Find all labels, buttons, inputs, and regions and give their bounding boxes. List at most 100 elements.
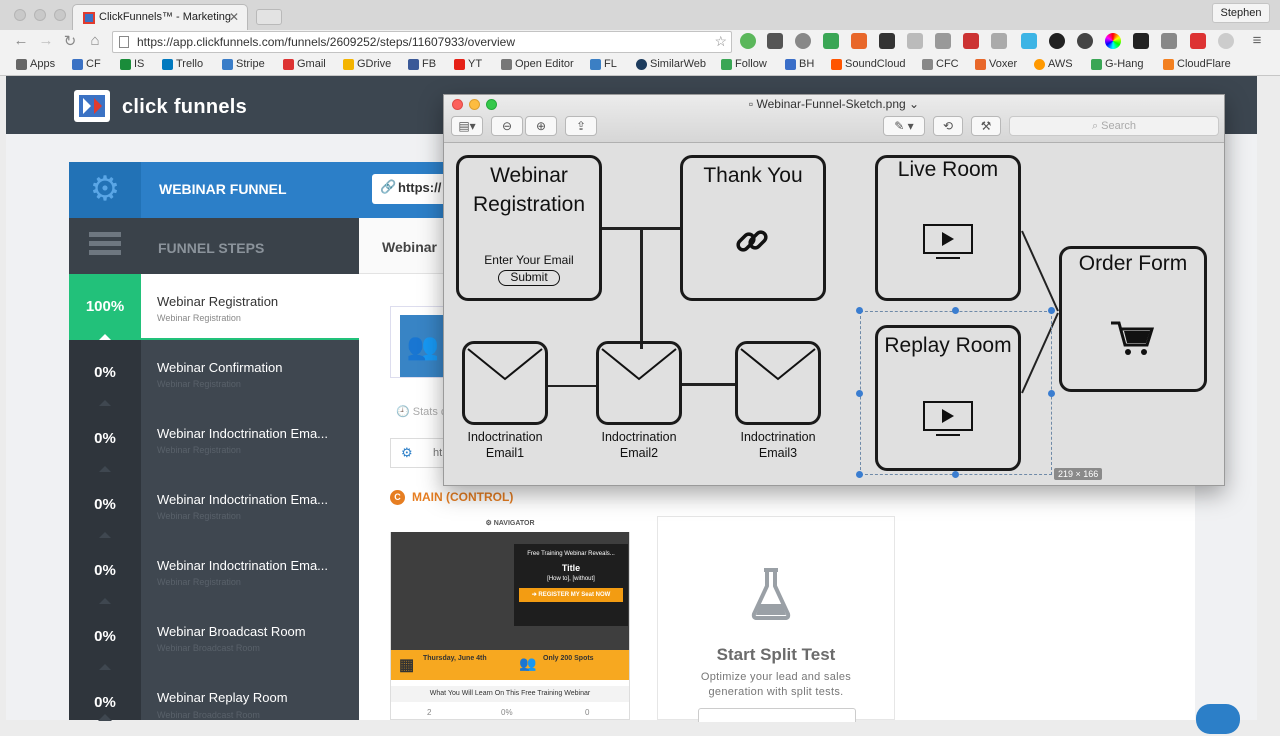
hamburger-menu-icon[interactable]	[89, 232, 121, 258]
url-settings-gear-icon[interactable]: ⚙	[401, 445, 413, 461]
extension-pen-icon[interactable]	[1161, 33, 1177, 49]
extension-layers-icon[interactable]	[1133, 33, 1149, 49]
zoom-in-icon[interactable]: ⊕	[525, 116, 557, 136]
selection-handle[interactable]	[856, 471, 863, 478]
bookmark-gmail[interactable]: Gmail	[283, 58, 326, 70]
extension-robot-icon[interactable]	[1021, 33, 1037, 49]
extension-chart-icon[interactable]	[963, 33, 979, 49]
chat-support-button[interactable]	[1196, 704, 1240, 734]
minimize-window-button[interactable]	[34, 9, 46, 21]
step-name: Webinar Registration	[157, 294, 279, 309]
share-icon[interactable]: ⇪	[565, 116, 597, 136]
bookmark-cloudflare[interactable]: CloudFlare	[1163, 58, 1231, 70]
bookmark-voxer[interactable]: Voxer	[975, 58, 1017, 70]
extension-pocket-icon[interactable]	[767, 33, 783, 49]
selection-rectangle[interactable]	[860, 311, 1052, 475]
profile-button[interactable]: Stephen	[1212, 3, 1270, 23]
stat-value: 0%	[501, 708, 513, 717]
extension-color-icon[interactable]	[1105, 33, 1121, 49]
address-bar[interactable]: https://app.clickfunnels.com/funnels/260…	[112, 31, 732, 53]
bookmark-open-editor[interactable]: Open Editor	[501, 58, 574, 70]
sketch-live-room-label: Live Room	[897, 158, 999, 181]
close-window-button[interactable]	[14, 9, 26, 21]
chevron-down-icon[interactable]: ⌄	[906, 97, 919, 111]
extension-check-icon[interactable]	[879, 33, 895, 49]
sidebar-toggle-icon[interactable]: ▤▾	[451, 116, 483, 136]
new-tab-button[interactable]	[256, 9, 282, 25]
funnel-steps-label: FUNNEL STEPS	[158, 240, 265, 256]
bookmark-similarweb[interactable]: SimilarWeb	[636, 58, 706, 70]
toolbox-icon[interactable]: ⚒	[971, 116, 1001, 136]
funnel-settings-gear-icon[interactable]: ⚙	[69, 162, 141, 218]
people-icon: 👥	[519, 655, 537, 671]
funnel-step-webinar-registration[interactable]: 100% Webinar Registration Webinar Regist…	[69, 274, 359, 341]
bookmark-stripe[interactable]: Stripe	[222, 58, 265, 70]
sketch-email-label-2: Indoctrination Email2	[601, 430, 677, 460]
sketch-video-player-icon	[923, 224, 973, 259]
zoom-out-icon[interactable]: ⊖	[491, 116, 523, 136]
bookmark-trello[interactable]: Trello	[162, 58, 203, 70]
funnel-step-webinar-confirmation[interactable]: 0% Webinar Confirmation Webinar Registra…	[69, 340, 359, 407]
selection-handle[interactable]	[1048, 390, 1055, 397]
extension-gmail-icon[interactable]	[1190, 33, 1206, 49]
markup-pen-icon[interactable]: ✎ ▾	[883, 116, 925, 136]
extension-search-icon[interactable]	[1077, 33, 1093, 49]
step-subtitle: Webinar Registration	[157, 511, 241, 521]
bookmark-g-hang[interactable]: G-Hang	[1091, 58, 1144, 70]
clickfunnels-logo-icon[interactable]	[74, 90, 110, 122]
extension-puzzle-icon[interactable]	[991, 33, 1007, 49]
reload-icon[interactable]: ↻	[61, 32, 79, 50]
bookmark-is[interactable]: IS	[120, 58, 144, 70]
preview-file-title: ▫ Webinar-Funnel-Sketch.png ⌄	[748, 97, 920, 111]
clickfunnels-logo-text[interactable]: click funnels	[122, 96, 247, 119]
extension-fire-icon[interactable]	[851, 33, 867, 49]
navigator-logo-icon: ⚙	[485, 520, 494, 527]
funnel-url-button[interactable]: 🔗 https://	[372, 174, 452, 204]
funnel-step-broadcast-room[interactable]: 0% Webinar Broadcast Room Webinar Broadc…	[69, 604, 359, 671]
extension-box-icon[interactable]	[935, 33, 951, 49]
selection-handle[interactable]	[856, 390, 863, 397]
bookmark-fl[interactable]: FL	[590, 58, 617, 70]
bookmark-apps[interactable]: Apps	[16, 58, 55, 70]
preview-search-input[interactable]: ⌕ Search	[1009, 116, 1219, 136]
selection-handle[interactable]	[952, 471, 959, 478]
thumbnail-info-strip: ▦ Thursday, June 4th 👥 Only 200 Spots	[391, 650, 629, 680]
selection-handle[interactable]	[1048, 307, 1055, 314]
selection-handle[interactable]	[856, 307, 863, 314]
split-test-title: Start Split Test	[716, 645, 836, 664]
bookmark-yt[interactable]: YT	[454, 58, 482, 70]
step-subtitle: Webinar Registration	[157, 379, 241, 389]
bookmark-fb[interactable]: FB	[408, 58, 436, 70]
chrome-menu-icon[interactable]: ≡	[1248, 32, 1266, 49]
extension-feedly-icon[interactable]	[823, 33, 839, 49]
home-icon[interactable]: ⌂	[86, 32, 104, 49]
extension-camera-icon[interactable]	[1049, 33, 1065, 49]
close-tab-icon[interactable]: ✕	[229, 10, 239, 24]
step-url-field[interactable]: ⚙ ht	[390, 438, 450, 468]
funnel-step-indoctrination-2[interactable]: 0% Webinar Indoctrination Ema... Webinar…	[69, 472, 359, 539]
funnel-step-indoctrination-3[interactable]: 0% Webinar Indoctrination Ema... Webinar…	[69, 538, 359, 605]
back-arrow-icon[interactable]: ←	[12, 32, 30, 49]
funnel-step-replay-room[interactable]: 0% Webinar Replay Room Webinar Broadcast…	[69, 670, 359, 721]
funnel-step-indoctrination-1[interactable]: 0% Webinar Indoctrination Ema... Webinar…	[69, 406, 359, 473]
bookmark-cf[interactable]: CF	[72, 58, 101, 70]
connector-line	[640, 227, 643, 349]
extension-m-icon[interactable]	[1218, 33, 1234, 49]
bookmark-soundcloud[interactable]: SoundCloud	[831, 58, 906, 70]
forward-arrow-icon[interactable]: →	[37, 32, 55, 49]
step-percent: 0%	[69, 670, 141, 721]
extension-ip-icon[interactable]	[907, 33, 923, 49]
extension-evernote-icon[interactable]	[740, 33, 756, 49]
extension-globe-icon[interactable]	[795, 33, 811, 49]
selection-handle[interactable]	[952, 307, 959, 314]
bookmark-star-icon[interactable]: ☆	[714, 33, 727, 50]
bookmark-gdrive[interactable]: GDrive	[343, 58, 391, 70]
browser-tab[interactable]: ClickFunnels™ - Marketing ✕	[72, 4, 248, 30]
bookmark-bh[interactable]: BH	[785, 58, 814, 70]
bookmark-aws[interactable]: AWS	[1034, 58, 1073, 70]
zoom-window-button[interactable]	[54, 9, 66, 21]
bookmark-cfc[interactable]: CFC	[922, 58, 959, 70]
bookmark-follow[interactable]: Follow	[721, 58, 767, 70]
rotate-icon[interactable]: ⟲	[933, 116, 963, 136]
step-percent: 0%	[69, 604, 141, 671]
